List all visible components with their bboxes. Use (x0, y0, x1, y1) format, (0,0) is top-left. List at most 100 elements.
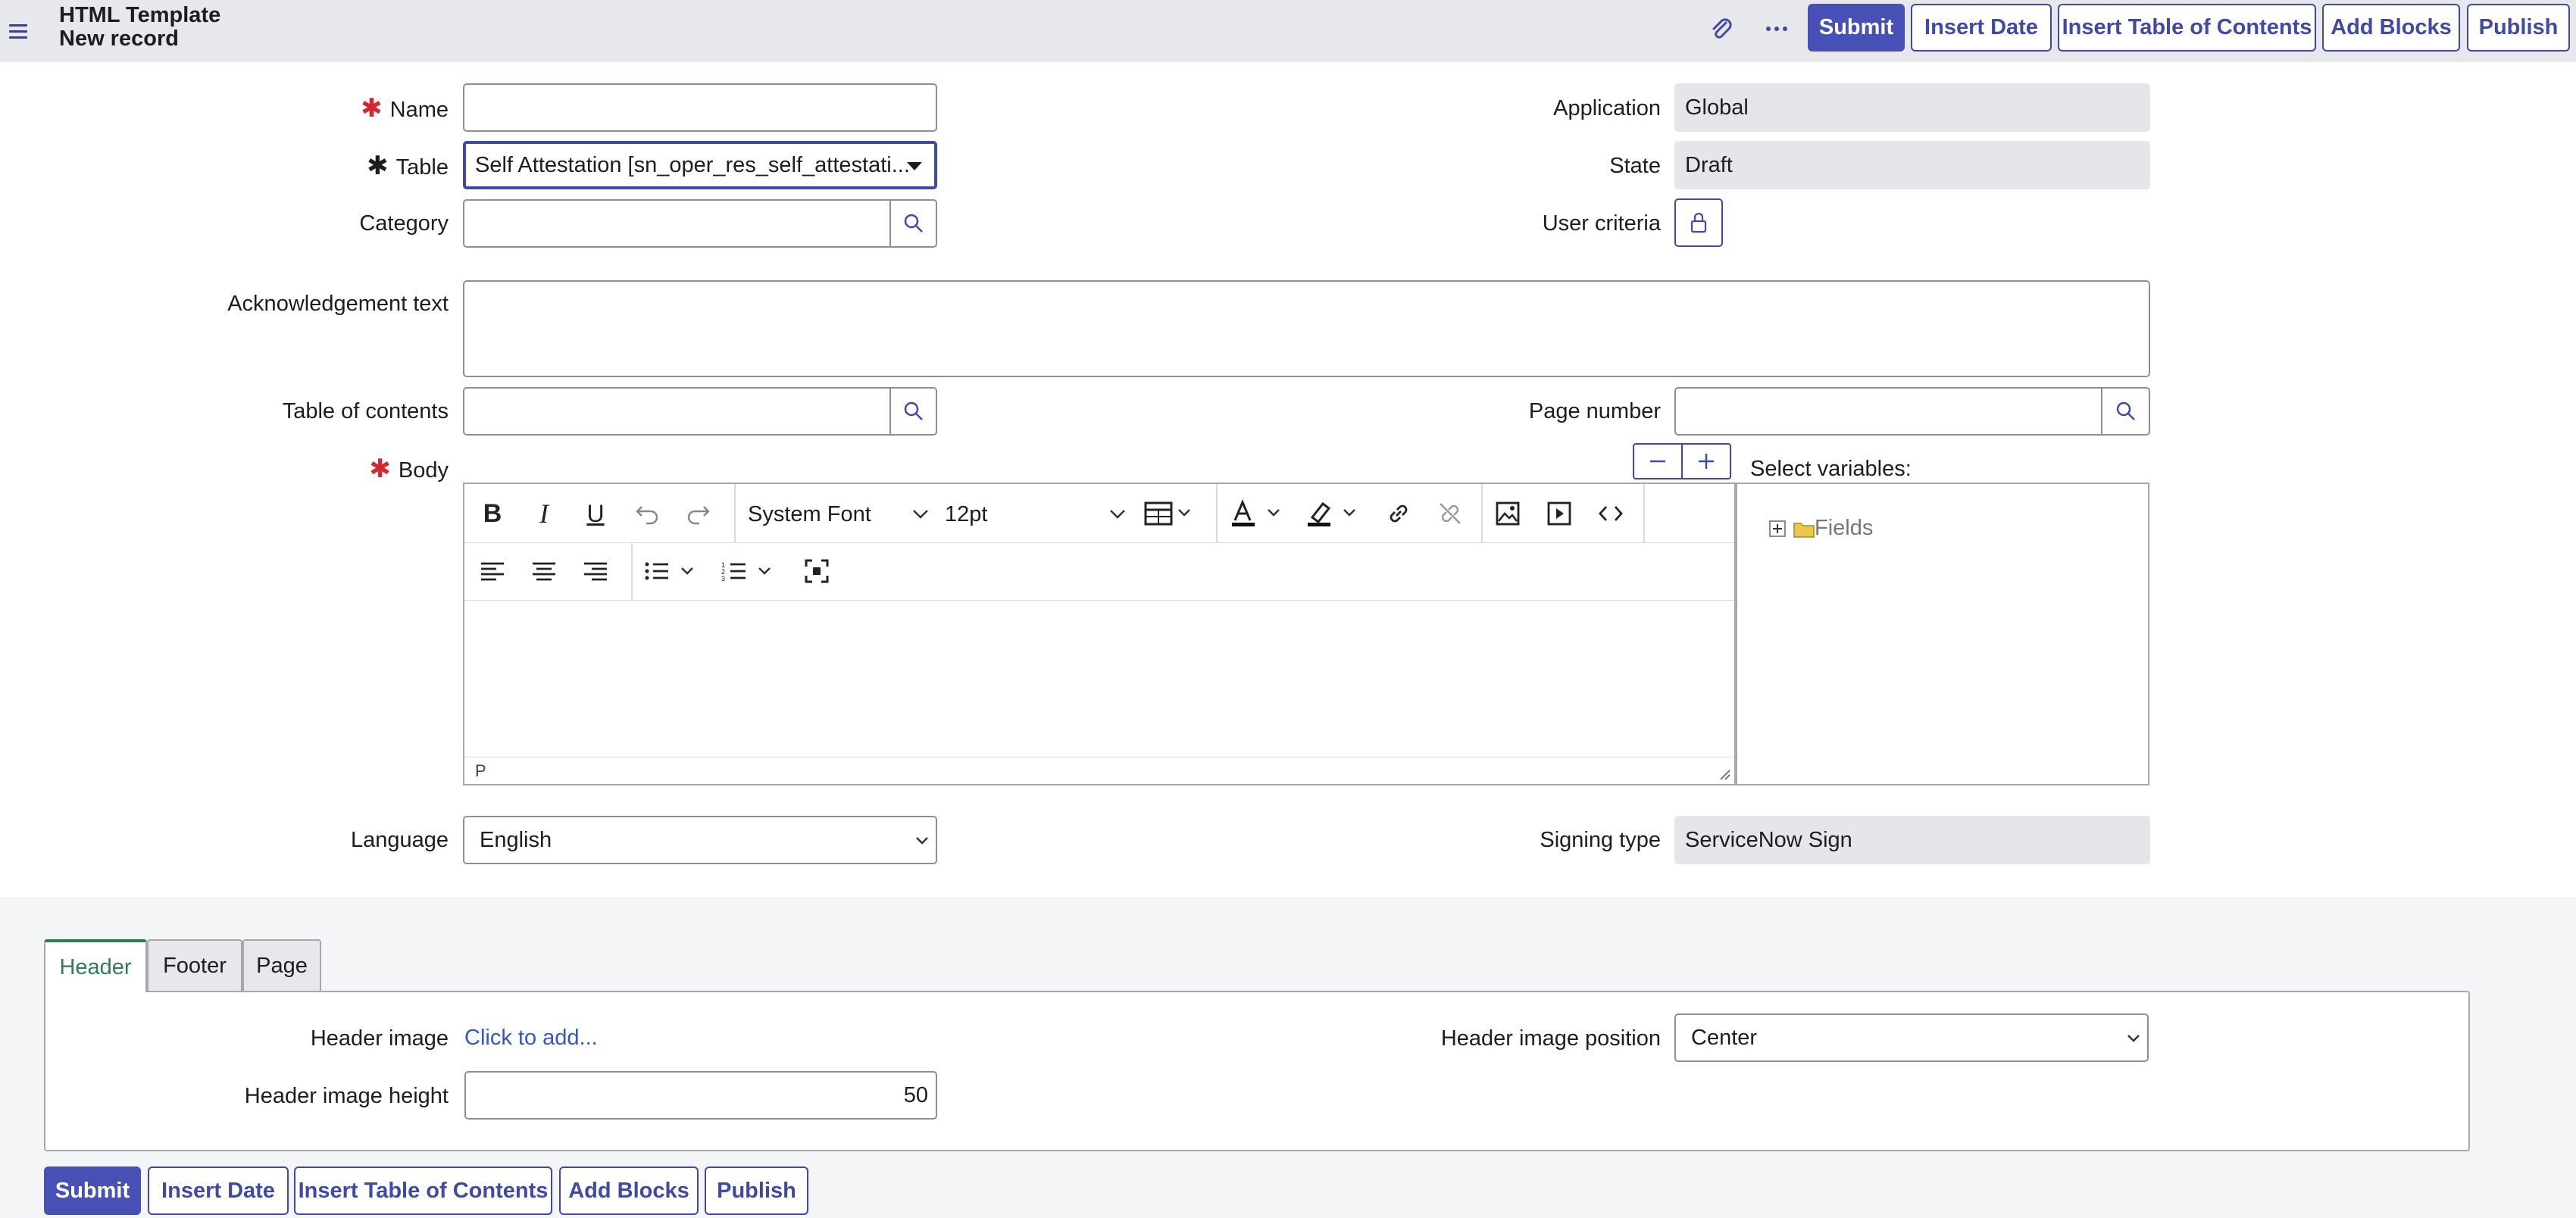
bold-icon[interactable]: B (474, 495, 511, 532)
fullscreen-icon[interactable] (798, 552, 836, 590)
minus-icon (1650, 460, 1665, 463)
page-number-search-button[interactable] (2101, 387, 2150, 436)
expand-icon[interactable] (1769, 520, 1786, 537)
language-select[interactable]: English (463, 816, 937, 864)
table-label: ✱ Table (367, 151, 449, 180)
align-right-icon[interactable] (577, 552, 614, 590)
page-number-label: Page number (1528, 399, 1661, 423)
undo-icon[interactable] (628, 495, 666, 532)
signing-type-field: ServiceNow Sign (1674, 816, 2150, 864)
application-label: Application (1553, 96, 1661, 120)
numbered-list-icon[interactable]: 123 (719, 552, 787, 590)
category-input[interactable] (463, 199, 892, 248)
category-search-button[interactable] (889, 199, 937, 248)
font-family-value: System Font (748, 501, 871, 526)
font-size-select[interactable]: 12pt (945, 499, 1127, 529)
name-label: ✱ Name (361, 94, 449, 123)
variables-tree-panel: Fields (1736, 483, 2149, 785)
language-label: Language (350, 828, 449, 852)
align-center-icon[interactable] (525, 552, 563, 590)
tree-node-fields[interactable]: Fields (1769, 516, 1873, 541)
link-icon[interactable] (1380, 495, 1418, 532)
header-image-position-select[interactable]: Center (1674, 1013, 2149, 1062)
text-color-icon[interactable] (1227, 495, 1295, 532)
search-icon (2116, 401, 2135, 420)
header-image-height-label: Header image height (244, 1084, 449, 1108)
tab-footer[interactable]: Footer (147, 939, 242, 991)
shrink-editor-button[interactable] (1633, 443, 1683, 479)
code-icon[interactable] (1592, 495, 1630, 532)
underline-icon[interactable]: U (577, 495, 614, 532)
header-image-height-input[interactable]: 50 (464, 1071, 937, 1120)
chevron-down-icon (2127, 1035, 2140, 1042)
bottom-insert-date-button[interactable]: Insert Date (148, 1166, 289, 1215)
align-left-icon[interactable] (474, 552, 511, 590)
header-image-label: Header image (310, 1026, 449, 1051)
language-value: English (480, 827, 552, 852)
top-bar: HTML Template New record Submit Insert D… (0, 0, 2576, 62)
table-select-value: Self Attestation [sn_oper_res_self_attes… (475, 152, 910, 177)
unlink-icon[interactable] (1431, 495, 1469, 532)
category-label: Category (359, 211, 449, 236)
expand-editor-button[interactable] (1681, 443, 1731, 479)
header-image-position-value: Center (1691, 1025, 1758, 1050)
name-input[interactable] (463, 83, 937, 132)
svg-text:3: 3 (721, 575, 725, 582)
application-field: Global (1674, 83, 2150, 132)
editor-status-bar: P (464, 757, 1734, 784)
dropdown-caret-icon (907, 162, 922, 170)
font-size-value: 12pt (945, 501, 988, 526)
signing-type-label: Signing type (1540, 828, 1661, 852)
add-blocks-button[interactable]: Add Blocks (2322, 4, 2460, 52)
editor-content-area[interactable] (464, 601, 1734, 757)
rich-text-editor: B I U System Font 12pt 123 P (463, 483, 1736, 785)
font-family-select[interactable]: System Font (748, 499, 930, 529)
search-icon (904, 401, 923, 420)
tree-node-label: Fields (1815, 516, 1874, 540)
submit-button[interactable]: Submit (1808, 4, 1905, 52)
editor-toolbar-row-1: B I U System Font 12pt (464, 484, 1734, 543)
required-indicator: ✱ (369, 454, 391, 483)
bullet-list-icon[interactable] (642, 552, 710, 590)
tab-page[interactable]: Page (242, 939, 321, 991)
italic-icon[interactable]: I (525, 495, 563, 532)
header-image-position-label: Header image position (1440, 1026, 1661, 1051)
table-icon[interactable] (1140, 495, 1201, 532)
acknowledgement-textarea[interactable] (463, 280, 2150, 377)
bottom-insert-table-of-contents-button[interactable]: Insert Table of Contents (294, 1166, 552, 1215)
table-of-contents-label: Table of contents (282, 399, 449, 423)
bottom-publish-button[interactable]: Publish (705, 1166, 808, 1215)
chevron-down-icon (1110, 510, 1125, 519)
more-options-icon[interactable] (1762, 14, 1792, 44)
table-of-contents-search-button[interactable] (889, 387, 937, 436)
header-image-add-link[interactable]: Click to add... (464, 1026, 598, 1051)
insert-table-of-contents-button[interactable]: Insert Table of Contents (2058, 4, 2316, 52)
body-label: ✱ Body (369, 454, 449, 483)
redo-icon[interactable] (680, 495, 717, 532)
state-label: State (1609, 154, 1661, 178)
element-path: P (475, 760, 486, 780)
bottom-submit-button[interactable]: Submit (44, 1166, 141, 1215)
table-of-contents-input[interactable] (463, 387, 892, 436)
resize-handle-icon[interactable] (1718, 767, 1731, 781)
image-icon[interactable] (1489, 495, 1527, 532)
select-variables-label: Select variables: (1750, 457, 1912, 481)
editor-toolbar-row-2: 123 (464, 543, 1734, 601)
page-number-input[interactable] (1674, 387, 2103, 436)
record-subtitle: New record (59, 27, 179, 51)
hamburger-menu-icon[interactable] (9, 18, 33, 44)
bottom-add-blocks-button[interactable]: Add Blocks (559, 1166, 699, 1215)
attachment-icon[interactable] (1706, 14, 1737, 44)
required-indicator: ✱ (367, 151, 389, 180)
table-select[interactable]: Self Attestation [sn_oper_res_self_attes… (463, 141, 937, 189)
user-criteria-unlock-button[interactable] (1674, 198, 1723, 247)
record-type-title: HTML Template (59, 3, 221, 27)
chevron-down-icon (913, 510, 928, 519)
folder-icon (1793, 522, 1815, 538)
media-icon[interactable] (1540, 495, 1578, 532)
insert-date-button[interactable]: Insert Date (1911, 4, 2052, 52)
highlight-icon[interactable] (1302, 495, 1371, 532)
search-icon (904, 214, 923, 233)
publish-button[interactable]: Publish (2467, 4, 2570, 52)
tab-header[interactable]: Header (44, 939, 147, 992)
